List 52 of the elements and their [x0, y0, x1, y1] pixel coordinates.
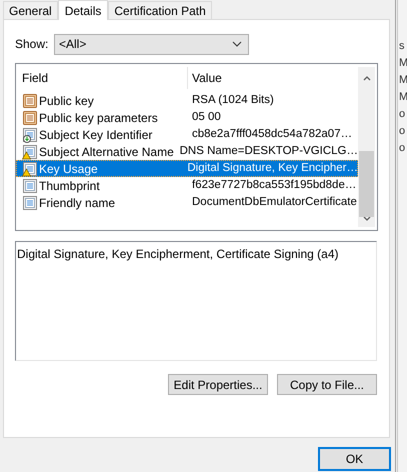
field-name: Thumbprint — [39, 178, 100, 194]
background-text: o — [398, 141, 406, 156]
tab[interactable]: General — [3, 1, 58, 19]
field-name: Subject Key Identifier — [39, 126, 152, 144]
field-name: Public key parameters — [39, 110, 158, 126]
table-row[interactable]: Thumbprint f623e7727b8ca553f195bd8de… — [16, 177, 358, 194]
background-text: o — [398, 107, 406, 122]
action-button[interactable]: Copy to File... — [277, 374, 377, 395]
column-header[interactable]: Field — [16, 67, 188, 89]
field-list[interactable] — [15, 63, 378, 231]
detail-text-box[interactable]: Digital Signature, Key Encipherment, Certificate Signing (a4) — [15, 241, 377, 361]
background-text: s — [398, 39, 406, 54]
scroll-down-icon[interactable] — [362, 216, 370, 221]
field-value: Digital Signature, Key Encipher… — [187, 160, 358, 176]
ok-button[interactable]: OK — [318, 447, 391, 471]
table-row[interactable]: Friendly name DocumentDbEmulatorCertificate — [16, 194, 358, 211]
background-text: o — [398, 124, 406, 139]
show-label: Show: — [15, 36, 50, 53]
show-dropdown[interactable]: <All> — [54, 34, 249, 54]
field-value: cb8e2a7fff0458dc54a782a07… — [192, 126, 352, 142]
field-name: Public key — [39, 92, 94, 110]
field-value: DocumentDbEmulatorCertificate — [192, 194, 357, 210]
scrollbar[interactable] — [358, 67, 375, 227]
action-button[interactable]: Edit Properties... — [168, 374, 268, 395]
document-icon — [22, 110, 38, 126]
field-value: 05 00 — [192, 110, 221, 125]
table-row[interactable]: Key Usage Digital Signature, Key Encipher… — [16, 160, 358, 177]
column-header[interactable]: Value — [188, 67, 222, 89]
field-name: Friendly name — [39, 194, 116, 212]
document-download-icon — [22, 126, 38, 142]
background-text: M — [398, 73, 407, 88]
field-name: Subject Alternative Name — [39, 144, 174, 160]
table-row[interactable]: Subject Alternative Name DNS Name=DESKTOP-VGICLG… — [16, 143, 358, 160]
document-icon — [22, 194, 38, 210]
table-row[interactable]: Public key parameters 05 00 — [16, 109, 358, 126]
field-value: DNS Name=DESKTOP-VGICLG… — [180, 144, 358, 159]
field-name: Key Usage — [39, 160, 98, 178]
document-warning-icon — [22, 160, 38, 176]
table-row[interactable]: Public key RSA (1024 Bits) — [16, 92, 358, 109]
background-text: M — [398, 56, 407, 71]
tab[interactable]: Details — [58, 0, 108, 20]
scroll-up-icon[interactable] — [362, 76, 370, 81]
document-warning-icon — [22, 144, 38, 160]
document-icon — [22, 178, 38, 194]
field-value: f623e7727b8ca553f195bd8de… — [192, 178, 356, 193]
chevron-down-icon — [232, 41, 242, 47]
document-icon — [22, 92, 38, 108]
table-row[interactable]: Subject Key Identifier cb8e2a7fff0458dc54a782a07… — [16, 126, 358, 143]
scrollbar-thumb[interactable] — [359, 151, 374, 217]
field-value: RSA (1024 Bits) — [192, 92, 274, 108]
tab[interactable]: Certification Path — [108, 1, 212, 19]
background-text: M — [398, 90, 407, 105]
